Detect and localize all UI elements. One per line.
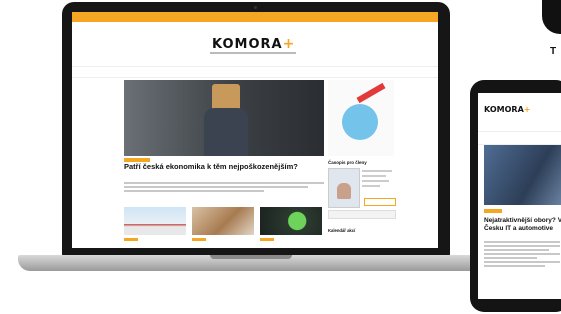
main-nav bbox=[72, 66, 438, 78]
thumbnail-image[interactable] bbox=[124, 207, 186, 235]
phone-hero-image[interactable] bbox=[484, 145, 561, 205]
site-logo[interactable]: KOMORA+ bbox=[212, 36, 295, 52]
magazine-cover[interactable] bbox=[328, 168, 360, 208]
phone-article-excerpt bbox=[484, 241, 560, 269]
phone-nav bbox=[478, 131, 561, 145]
magazine-details bbox=[362, 170, 392, 190]
phone-category-badge[interactable] bbox=[484, 209, 502, 213]
calendar-link[interactable]: Kalendář akcí bbox=[328, 228, 355, 233]
decorative-shape bbox=[542, 0, 561, 34]
magazine-archive-button[interactable] bbox=[328, 210, 396, 219]
thumbnail-image[interactable] bbox=[192, 207, 254, 235]
phone-article-title[interactable]: Nejatraktivnější obory? V Česku IT a aut… bbox=[484, 217, 561, 233]
magazine-read-button[interactable] bbox=[364, 198, 396, 206]
laptop-screen: KOMORA+ Patří česká ekonomika k těm nejp… bbox=[72, 12, 438, 248]
article-thumbnails bbox=[124, 207, 324, 243]
sidebar-ad[interactable] bbox=[328, 80, 394, 156]
thumbnail-image[interactable] bbox=[260, 207, 322, 235]
thumbnail-badge[interactable] bbox=[260, 238, 274, 241]
laptop-notch bbox=[210, 255, 292, 259]
ad-arrow bbox=[356, 82, 386, 104]
magazine-heading: Časopis pro členy bbox=[328, 160, 367, 165]
logo-tagline bbox=[210, 52, 296, 54]
phone-screen: KOMORA+ Nejatraktivnější obory? V Česku … bbox=[478, 93, 561, 299]
promo-banner[interactable] bbox=[72, 12, 438, 22]
phone-site-logo[interactable]: KOMORA+ bbox=[484, 105, 530, 114]
article-excerpt bbox=[124, 182, 324, 192]
partial-heading: T bbox=[550, 46, 557, 57]
site-header: KOMORA+ bbox=[72, 22, 438, 64]
thumbnail-badge[interactable] bbox=[192, 238, 206, 241]
cover-portrait bbox=[337, 183, 351, 199]
ad-graphic bbox=[342, 104, 378, 140]
article-title[interactable]: Patří česká ekonomika k těm nejpoškozeně… bbox=[124, 162, 298, 171]
thumbnail-badge[interactable] bbox=[124, 238, 138, 241]
paper-bag-head bbox=[212, 84, 240, 110]
person-figure bbox=[204, 108, 248, 156]
hero-image[interactable] bbox=[124, 80, 324, 156]
laptop-camera bbox=[254, 6, 257, 9]
